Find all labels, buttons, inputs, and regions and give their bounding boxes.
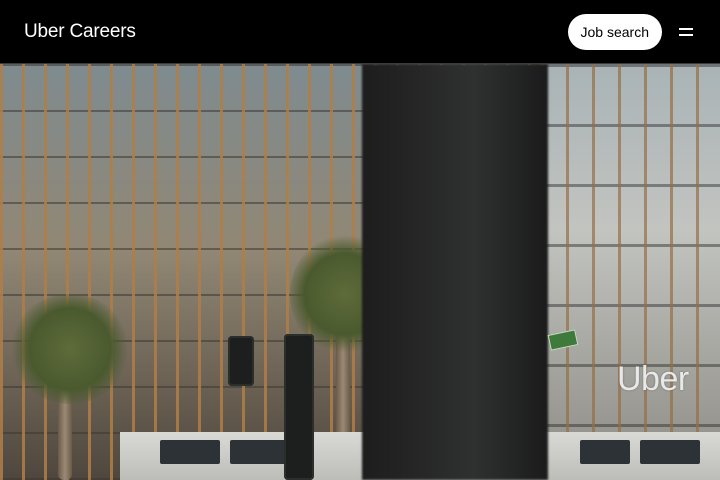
menu-bar-top: [679, 27, 693, 30]
job-search-button[interactable]: Job search: [567, 13, 662, 50]
traffic-light-small: [228, 336, 254, 386]
top-navigation-bar: Uber Careers Job search: [0, 0, 720, 64]
foreground-pole: [362, 64, 548, 480]
streetcar-window: [580, 440, 630, 464]
traffic-light: [284, 334, 314, 480]
streetcar-window: [230, 440, 290, 464]
hamburger-menu-icon[interactable]: [676, 22, 696, 42]
streetcar-window: [640, 440, 700, 464]
streetcar-window: [160, 440, 220, 464]
palm-tree-fronds-left: [10, 294, 130, 404]
hero-image: Uber: [0, 64, 720, 480]
header-actions: Job search: [567, 13, 696, 50]
uber-careers-logo[interactable]: Uber Careers: [24, 21, 136, 43]
uber-building-sign: Uber: [617, 360, 689, 398]
glass-building-right: [540, 64, 720, 480]
menu-bar-bottom: [679, 33, 693, 36]
